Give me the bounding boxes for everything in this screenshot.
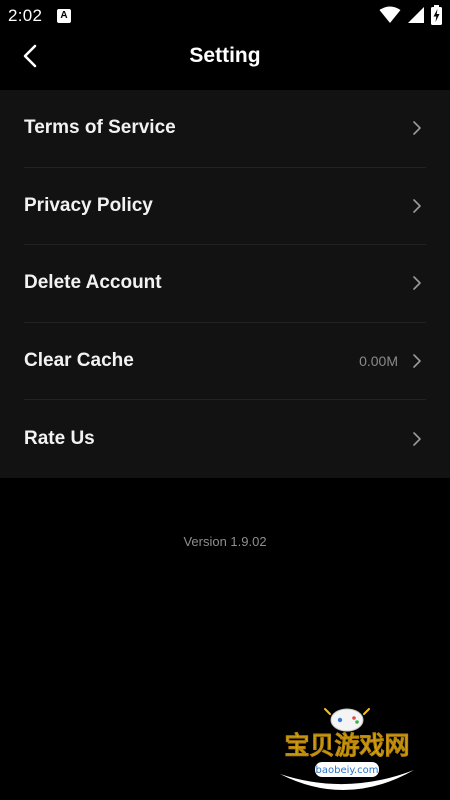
settings-item-label: Privacy Policy — [24, 194, 153, 216]
cache-size-value: 0.00M — [359, 353, 398, 370]
settings-item-rate-us[interactable]: Rate Us — [24, 400, 426, 478]
settings-item-label: Rate Us — [24, 428, 95, 450]
settings-item-label: Terms of Service — [24, 117, 176, 139]
status-time: 2:02 — [8, 6, 43, 25]
settings-item-label: Clear Cache — [24, 350, 134, 372]
settings-item-clear-cache[interactable]: Clear Cache 0.00M — [24, 323, 426, 401]
settings-list: Terms of Service Privacy Policy Delete A… — [0, 90, 450, 478]
settings-screen: 2:02 A Setting Terms of Service Privacy … — [0, 0, 450, 800]
status-icons — [379, 5, 442, 25]
version-label: Version 1.9.02 — [183, 534, 267, 549]
settings-item-delete-account[interactable]: Delete Account — [24, 245, 426, 323]
settings-item-privacy-policy[interactable]: Privacy Policy — [24, 168, 426, 246]
svg-text:baobeiy.com: baobeiy.com — [316, 765, 379, 776]
app-header: Setting — [0, 32, 450, 90]
settings-item-label: Delete Account — [24, 272, 162, 294]
chevron-right-icon — [412, 90, 422, 167]
battery-charging-icon — [431, 5, 442, 25]
signal-icon — [407, 6, 425, 24]
settings-item-terms-of-service[interactable]: Terms of Service — [24, 90, 426, 168]
chevron-right-icon — [412, 245, 422, 322]
notification-icon: A — [57, 9, 71, 23]
status-bar: 2:02 A — [0, 0, 450, 32]
wifi-icon — [379, 6, 401, 24]
chevron-right-icon — [412, 323, 422, 400]
svg-text:宝贝游戏网: 宝贝游戏网 — [284, 731, 409, 760]
watermark-logo: 宝贝游戏网 baobeiy.com — [272, 700, 422, 796]
page-title: Setting — [189, 44, 261, 67]
chevron-right-icon — [412, 400, 422, 478]
chevron-right-icon — [412, 168, 422, 245]
